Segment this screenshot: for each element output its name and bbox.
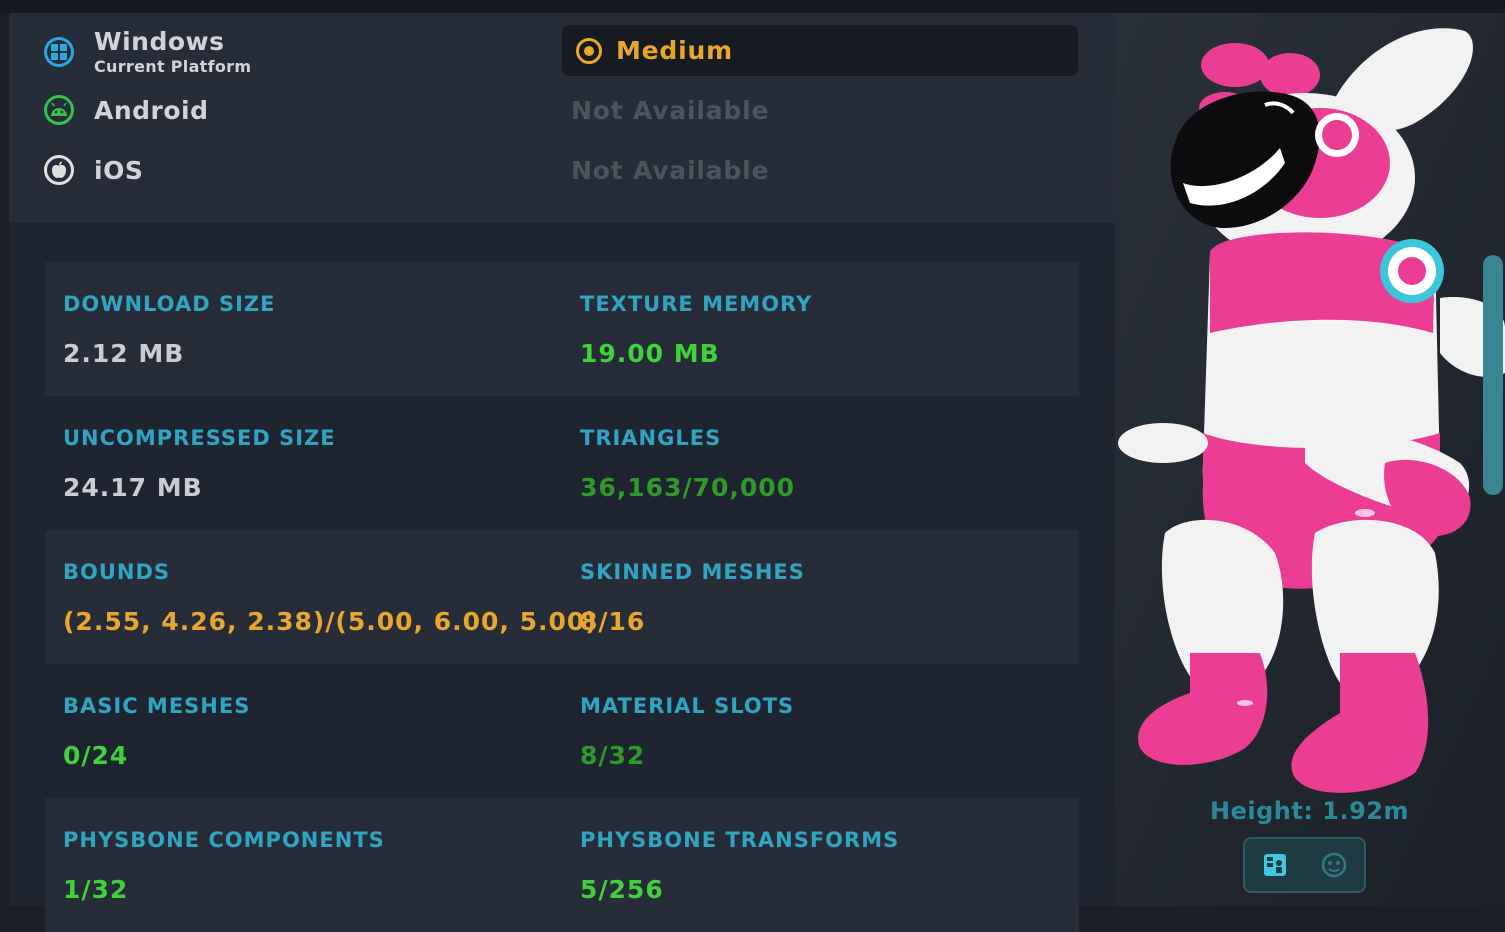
stats-row: PHYSBONE COMPONENTS 1/32 PHYSBONE TRANSFO… (45, 798, 1079, 932)
stats-row: BASIC MESHES 0/24 MATERIAL SLOTS 8/32 (45, 664, 1079, 798)
stats-row: DOWNLOAD SIZE 2.12 MB TEXTURE MEMORY 19.00… (45, 262, 1079, 396)
preview-scrollbar[interactable] (1483, 255, 1503, 495)
stat-label: PHYSBONE COMPONENTS (63, 828, 385, 852)
windows-icon (44, 36, 74, 67)
stat-value: 8/32 (580, 741, 646, 770)
android-status: Not Available (571, 96, 770, 125)
stats-row: BOUNDS (2.55, 4.26, 2.38)/(5.00, 6.00, 5.… (45, 530, 1079, 664)
avatar-height-label: Height: 1.92m (1210, 797, 1410, 825)
performance-stats: DOWNLOAD SIZE 2.12 MB TEXTURE MEMORY 19.00… (45, 262, 1079, 932)
stat-label: MATERIAL SLOTS (580, 694, 795, 718)
quality-rating-windows[interactable]: Medium (562, 25, 1078, 76)
stat-label: UNCOMPRESSED SIZE (63, 426, 336, 450)
stat-label: BOUNDS (63, 560, 171, 584)
avatar-card-icon[interactable] (1259, 849, 1291, 881)
platform-name: Windows (94, 27, 225, 56)
radio-selected-icon (576, 37, 602, 64)
ios-status: Not Available (571, 156, 770, 185)
stat-label: DOWNLOAD SIZE (63, 292, 276, 316)
platform-android[interactable]: Android (44, 95, 209, 125)
stat-label: TEXTURE MEMORY (580, 292, 813, 316)
platform-subtitle: Current Platform (94, 57, 252, 76)
stat-label: TRIANGLES (580, 426, 722, 450)
stat-value: 2.12 MB (63, 339, 185, 368)
avatar-preview[interactable] (1115, 13, 1505, 906)
platform-name: Android (94, 95, 209, 125)
stat-value: 8/16 (580, 607, 646, 636)
stat-value: 0/24 (63, 741, 129, 770)
stat-value: (2.55, 4.26, 2.38)/(5.00, 6.00, 5.00) (63, 607, 598, 636)
face-icon[interactable] (1318, 849, 1350, 881)
platform-ios[interactable]: iOS (44, 155, 143, 185)
android-icon (44, 95, 74, 125)
top-bar (0, 0, 1505, 13)
quality-label: Medium (616, 36, 733, 65)
avatar-model-image (1115, 13, 1505, 906)
stat-value: 36,163/70,000 (580, 473, 796, 502)
stat-value: 1/32 (63, 875, 129, 904)
stat-label: BASIC MESHES (63, 694, 251, 718)
platform-name: iOS (94, 155, 144, 185)
stat-label: PHYSBONE TRANSFORMS (580, 828, 900, 852)
platform-windows[interactable]: Windows Current Platform (44, 27, 251, 76)
stat-label: SKINNED MESHES (580, 560, 805, 584)
stat-value: 5/256 (580, 875, 664, 904)
stat-value: 19.00 MB (580, 339, 720, 368)
stats-row: UNCOMPRESSED SIZE 24.17 MB TRIANGLES 36,16… (45, 396, 1079, 530)
stat-value: 24.17 MB (63, 473, 203, 502)
apple-icon (44, 155, 74, 185)
view-mode-buttons (1243, 837, 1366, 893)
